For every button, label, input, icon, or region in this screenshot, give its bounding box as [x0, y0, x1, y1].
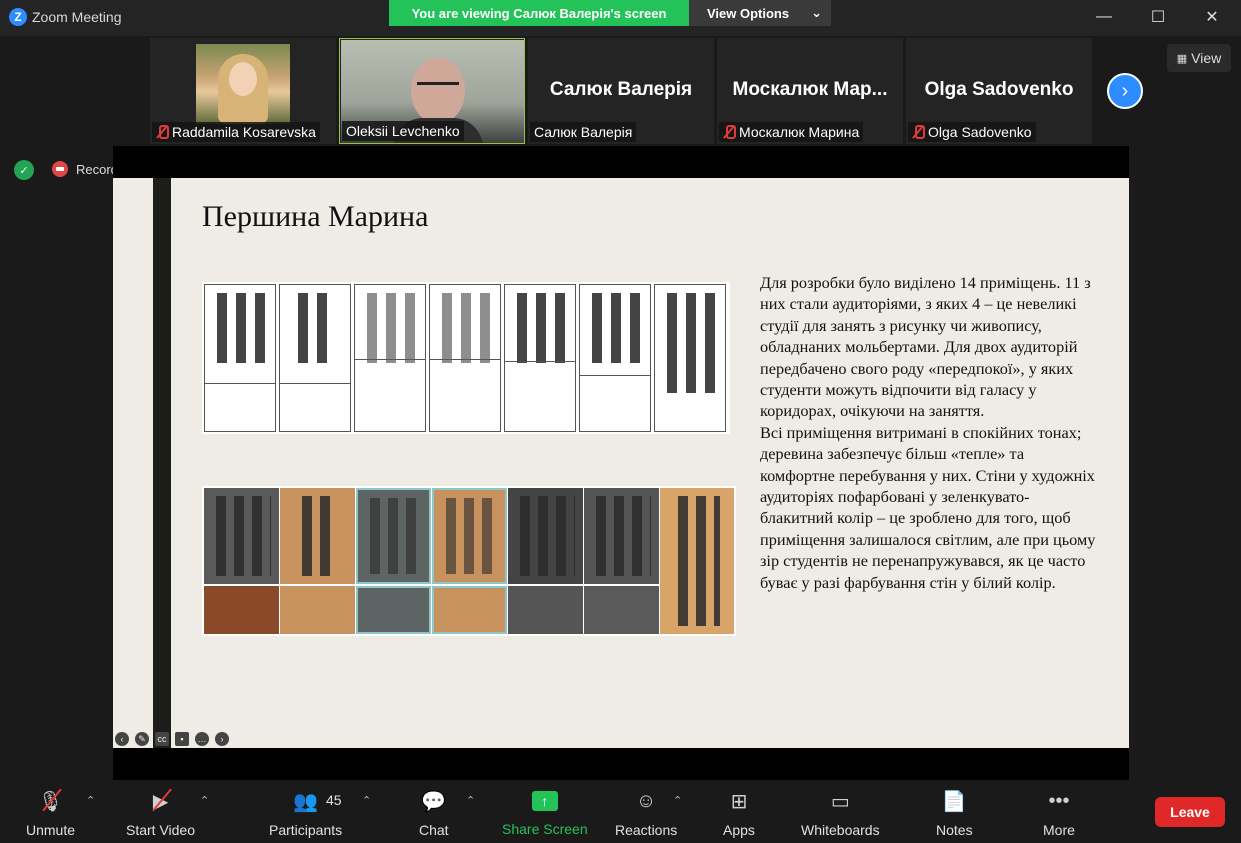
unmute-label: Unmute: [26, 822, 76, 838]
whiteboards-label: Whiteboards: [801, 822, 880, 838]
viewing-screen-banner: You are viewing Салюк Валерія's screen: [389, 0, 689, 26]
chat-options-caret[interactable]: ⌃: [466, 794, 475, 807]
reactions-icon: ☺: [635, 789, 657, 812]
chat-button[interactable]: 💬 Chat: [419, 788, 449, 839]
participant-display-name: Olga Sadovenko: [924, 79, 1074, 100]
participant-label: Olga Sadovenko: [908, 122, 1036, 142]
meeting-toolbar: 🎙 Unmute ⌃ ▶ Start Video ⌃ 👥 Participant…: [0, 780, 1241, 843]
participants-label: Participants: [269, 822, 343, 838]
apps-label: Apps: [723, 822, 755, 838]
maximize-button[interactable]: ☐: [1143, 6, 1173, 28]
security-shield-icon[interactable]: ✓: [14, 160, 34, 180]
slide-paragraph: Всі приміщення витримані в спокійних тон…: [760, 422, 1096, 592]
view-options-button[interactable]: View Options ⌄: [689, 0, 831, 26]
more-dots-icon: •••: [1048, 789, 1070, 812]
view-options-label: View Options: [707, 5, 790, 21]
apps-button[interactable]: ⊞ Apps: [723, 788, 755, 839]
previous-slide-icon[interactable]: ‹: [115, 732, 129, 746]
video-off-icon[interactable]: ▪: [175, 732, 189, 746]
more-label: More: [1043, 822, 1075, 838]
participant-display-name: Салюк Валерія: [549, 79, 693, 100]
participants-count: 45: [326, 792, 342, 808]
chat-label: Chat: [419, 822, 449, 838]
participant-thumbnail[interactable]: Москалюк Мар... Москалюк Марина: [717, 38, 903, 144]
slide-body-text: Для розробки було виділено 14 приміщень.…: [760, 272, 1100, 593]
chevron-down-icon: ⌄: [811, 5, 823, 20]
more-options-icon[interactable]: …: [195, 732, 209, 746]
mic-muted-icon: [912, 125, 925, 139]
participant-name: Салюк Валерія: [534, 124, 633, 140]
captions-icon[interactable]: cc: [155, 732, 169, 746]
shared-screen: Першина Марина Для розробки було виділен…: [113, 146, 1129, 780]
mic-muted-icon: [723, 125, 736, 139]
participant-display-name: Москалюк Мар...: [732, 79, 888, 100]
participant-label: Москалюк Марина: [719, 122, 864, 142]
audio-options-caret[interactable]: ⌃: [86, 794, 95, 807]
participant-label: Oleksii Levchenko: [342, 121, 464, 141]
title-bar: Z Zoom Meeting You are viewing Салюк Вал…: [0, 0, 1241, 36]
notes-icon: 📄: [941, 790, 967, 813]
participant-label: Салюк Валерія: [530, 122, 637, 142]
participant-label: Raddamila Kosarevska: [152, 122, 320, 142]
room-render-images: [202, 486, 736, 636]
participant-name: Oleksii Levchenko: [346, 123, 460, 139]
close-button[interactable]: ✕: [1197, 6, 1227, 28]
reactions-button[interactable]: ☺ Reactions: [615, 788, 678, 839]
notes-label: Notes: [936, 822, 973, 838]
share-screen-icon: ↑: [531, 791, 558, 811]
participant-name: Москалюк Марина: [739, 124, 860, 140]
participant-thumbnail[interactable]: Салюк Валерія Салюк Валерія: [528, 38, 714, 144]
zoom-logo-icon: Z: [9, 8, 27, 26]
unmute-button[interactable]: 🎙 Unmute: [26, 788, 76, 839]
participants-options-caret[interactable]: ⌃: [362, 794, 371, 807]
participant-name: Olga Sadovenko: [928, 124, 1032, 140]
chat-icon: 💬: [421, 790, 447, 813]
more-button[interactable]: ••• More: [1043, 788, 1075, 839]
whiteboards-button[interactable]: ▭ Whiteboards: [801, 788, 880, 839]
reactions-label: Reactions: [615, 822, 678, 838]
participant-photo: [196, 44, 290, 124]
view-button[interactable]: ▦ View: [1167, 44, 1231, 72]
presentation-slide: Першина Марина Для розробки було виділен…: [171, 178, 1129, 748]
window-title: Zoom Meeting: [32, 9, 122, 25]
video-camera-off-icon: ▶: [153, 788, 168, 814]
presentation-controls: ‹ ✎ cc ▪ … ›: [113, 732, 229, 746]
apps-icon: ⊞: [730, 790, 748, 813]
participants-icon: 👥: [293, 790, 319, 813]
next-page-arrow-icon[interactable]: ›: [1107, 73, 1143, 109]
slide-paragraph: Для розробки було виділено 14 приміщень.…: [760, 273, 1091, 421]
zoom-meeting-window: Z Zoom Meeting You are viewing Салюк Вал…: [0, 0, 1241, 843]
start-video-label: Start Video: [126, 822, 196, 838]
whiteboard-icon: ▭: [830, 790, 850, 813]
reactions-options-caret[interactable]: ⌃: [673, 794, 682, 807]
participant-thumbnail[interactable]: Raddamila Kosarevska: [150, 38, 336, 144]
video-options-caret[interactable]: ⌃: [200, 794, 209, 807]
notes-button[interactable]: 📄 Notes: [936, 788, 973, 839]
leave-button[interactable]: Leave: [1155, 797, 1225, 827]
next-slide-icon[interactable]: ›: [215, 732, 229, 746]
participant-thumbnail[interactable]: Olga Sadovenko Olga Sadovenko: [906, 38, 1092, 144]
grid-icon: ▦: [1176, 52, 1188, 65]
floor-plan-drawings: [202, 282, 730, 434]
recording-icon: [52, 161, 68, 177]
minimize-button[interactable]: —: [1089, 6, 1119, 28]
microphone-muted-icon: 🎙: [38, 788, 63, 814]
start-video-button[interactable]: ▶ Start Video: [126, 788, 196, 839]
share-screen-button[interactable]: ↑ Share Screen: [502, 788, 588, 837]
pen-icon[interactable]: ✎: [135, 732, 149, 746]
view-button-label: View: [1191, 50, 1222, 66]
slide-title: Першина Марина: [202, 200, 429, 233]
participant-name: Raddamila Kosarevska: [172, 124, 316, 140]
mic-muted-icon: [156, 125, 169, 139]
share-screen-label: Share Screen: [502, 821, 588, 837]
participant-thumbnail[interactable]: Oleksii Levchenko: [339, 38, 525, 144]
